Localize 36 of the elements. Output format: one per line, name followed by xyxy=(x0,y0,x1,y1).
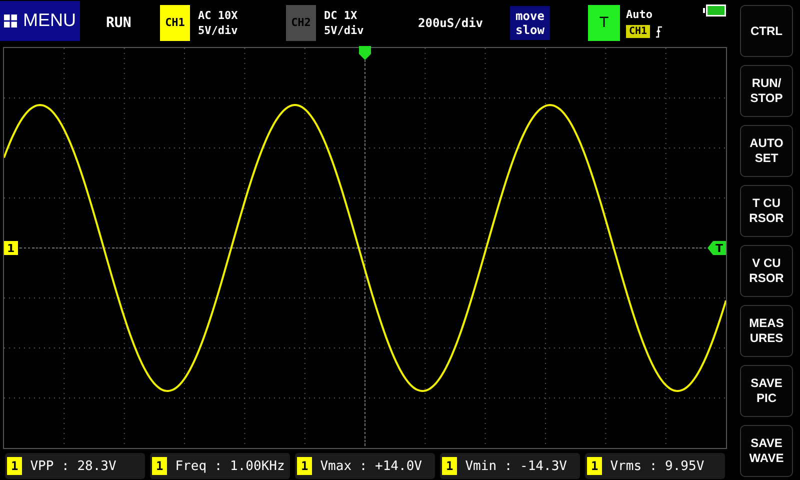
trigger-tag[interactable]: T xyxy=(588,4,620,40)
measurement-value: Vmax : +14.0V xyxy=(320,458,422,474)
side-button[interactable]: SAVE PIC xyxy=(740,365,793,417)
menu-button[interactable]: MENU xyxy=(0,0,80,40)
side-button[interactable]: SAVE WAVE xyxy=(740,425,793,477)
side-button[interactable]: AUTO SET xyxy=(740,125,793,177)
side-button[interactable]: RUN/ STOP xyxy=(740,65,793,117)
measurement-value: Vmin : -14.3V xyxy=(465,458,567,474)
trigger-level-marker[interactable]: T xyxy=(707,241,726,255)
channel-chip: 1 xyxy=(152,457,168,475)
run-status: RUN xyxy=(106,14,132,30)
channel-chip: 1 xyxy=(442,457,458,475)
side-button[interactable]: CTRL xyxy=(740,5,793,57)
measurement-value: Vrms : 9.95V xyxy=(610,458,704,474)
coupling-label: DC 1X xyxy=(324,8,358,22)
trigger-mode: Auto xyxy=(626,7,654,22)
rising-edge-icon xyxy=(656,26,662,38)
trigger-position-icon[interactable] xyxy=(359,46,371,60)
side-button[interactable]: MEAS URES xyxy=(740,305,793,357)
channel-chip: 1 xyxy=(7,457,22,475)
scale-label: 5V/div xyxy=(324,22,365,38)
side-button[interactable]: V CU RSOR xyxy=(740,245,793,297)
channel-level-marker[interactable]: 1 xyxy=(4,241,18,255)
grid-icon xyxy=(4,12,17,30)
channel-chip: 1 xyxy=(297,457,312,475)
move-speed-button[interactable]: move slow xyxy=(510,6,550,40)
measurement-value: Freq : 1.00KHz xyxy=(175,458,285,474)
trigger-source: CH1 xyxy=(626,25,650,38)
timebase-label: 200uS/div xyxy=(418,16,484,30)
measurement-value: VPP : 28.3V xyxy=(30,458,116,474)
channel-chip: 1 xyxy=(587,457,602,475)
coupling-label: AC 10X xyxy=(198,8,239,22)
battery-icon xyxy=(703,4,727,17)
scale-label: 5V/div xyxy=(198,22,239,38)
channel-tag[interactable]: CH1 xyxy=(160,4,190,40)
side-button[interactable]: T CU RSOR xyxy=(740,185,793,237)
